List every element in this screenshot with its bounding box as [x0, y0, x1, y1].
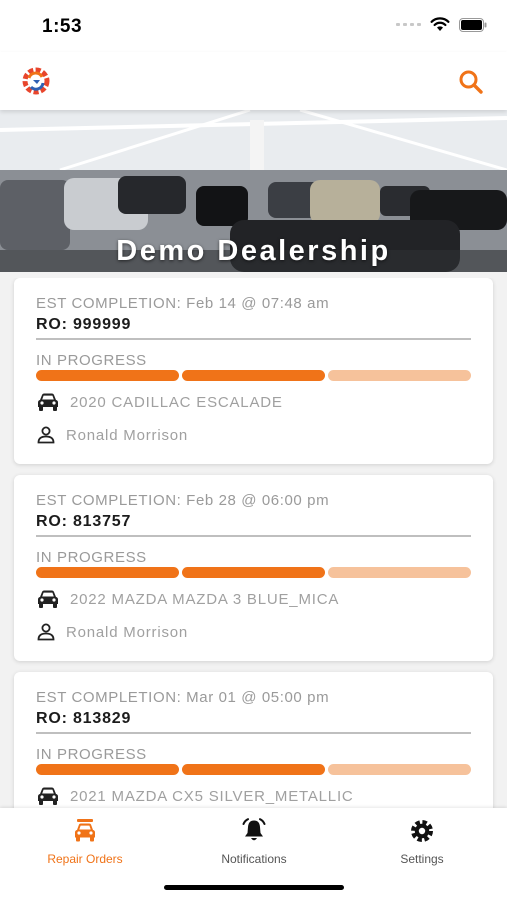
status-time: 1:53	[42, 16, 83, 37]
bell-icon	[242, 818, 266, 841]
vehicle-description: 2021 MAZDA CX5 SILVER_METALLIC	[70, 787, 354, 805]
advisor-row: Ronald Morrison	[36, 623, 188, 641]
home-indicator	[164, 885, 344, 890]
tab-label: Notifications	[221, 852, 287, 866]
order-status: IN PROGRESS	[36, 549, 147, 566]
repair-order-card[interactable]: EST COMPLETION: Feb 14 @ 07:48 am RO: 99…	[14, 278, 493, 464]
order-status: IN PROGRESS	[36, 746, 147, 763]
vehicle-row: 2021 MAZDA CX5 SILVER_METALLIC	[36, 786, 354, 806]
search-icon[interactable]	[457, 68, 485, 96]
est-completion: EST COMPLETION: Feb 14 @ 07:48 am	[36, 295, 330, 312]
tab-label: Repair Orders	[47, 852, 123, 866]
progress-bar	[36, 567, 471, 578]
gear-logo-icon[interactable]	[19, 64, 53, 98]
battery-icon	[459, 17, 487, 32]
repair-order-list[interactable]: EST COMPLETION: Feb 14 @ 07:48 am RO: 99…	[0, 278, 507, 808]
est-completion: EST COMPLETION: Feb 28 @ 06:00 pm	[36, 492, 330, 509]
progress-step	[36, 567, 179, 578]
progress-step	[36, 370, 179, 381]
car-icon	[38, 393, 58, 411]
progress-step	[182, 370, 325, 381]
repair-order-card[interactable]: EST COMPLETION: Mar 01 @ 05:00 pm RO: 81…	[14, 672, 493, 808]
vehicle-description: 2020 CADILLAC ESCALADE	[70, 393, 283, 411]
tab-repair-orders[interactable]: Repair Orders	[10, 818, 160, 866]
vehicle-row: 2022 MAZDA MAZDA 3 BLUE_MICA	[36, 589, 339, 609]
tab-settings[interactable]: Settings	[347, 818, 497, 866]
vehicle-row: 2020 CADILLAC ESCALADE	[36, 392, 283, 412]
status-bar: 1:53	[0, 0, 507, 52]
app-header	[0, 52, 507, 110]
dealership-name: Demo Dealership	[116, 235, 391, 267]
wifi-icon	[430, 17, 450, 31]
person-icon	[37, 426, 55, 444]
gear-icon	[411, 820, 433, 842]
advisor-row: Ronald Morrison	[36, 426, 188, 444]
divider	[36, 338, 471, 340]
order-status: IN PROGRESS	[36, 352, 147, 369]
advisor-name: Ronald Morrison	[66, 623, 189, 641]
progress-step	[328, 370, 471, 381]
progress-bar	[36, 370, 471, 381]
est-completion: EST COMPLETION: Mar 01 @ 05:00 pm	[36, 689, 330, 706]
car-service-icon	[75, 819, 95, 842]
progress-step	[328, 764, 471, 775]
divider	[36, 732, 471, 734]
progress-step	[36, 764, 179, 775]
car-icon	[38, 787, 58, 805]
vehicle-description: 2022 MAZDA MAZDA 3 BLUE_MICA	[70, 590, 340, 608]
ro-number: RO: 999999	[36, 316, 132, 333]
progress-step	[182, 764, 325, 775]
car-icon	[38, 590, 58, 608]
divider	[36, 535, 471, 537]
tab-label: Settings	[400, 852, 444, 866]
tab-notifications[interactable]: Notifications	[179, 818, 329, 866]
dealership-banner: Demo Dealership	[0, 110, 507, 272]
progress-step	[328, 567, 471, 578]
progress-step	[182, 567, 325, 578]
status-icons	[396, 17, 487, 32]
person-icon	[37, 623, 55, 641]
cellular-signal-icon	[396, 23, 421, 26]
repair-order-card[interactable]: EST COMPLETION: Feb 28 @ 06:00 pm RO: 81…	[14, 475, 493, 661]
ro-number: RO: 813757	[36, 513, 132, 530]
advisor-name: Ronald Morrison	[66, 426, 189, 444]
progress-bar	[36, 764, 471, 775]
ro-number: RO: 813829	[36, 710, 132, 727]
